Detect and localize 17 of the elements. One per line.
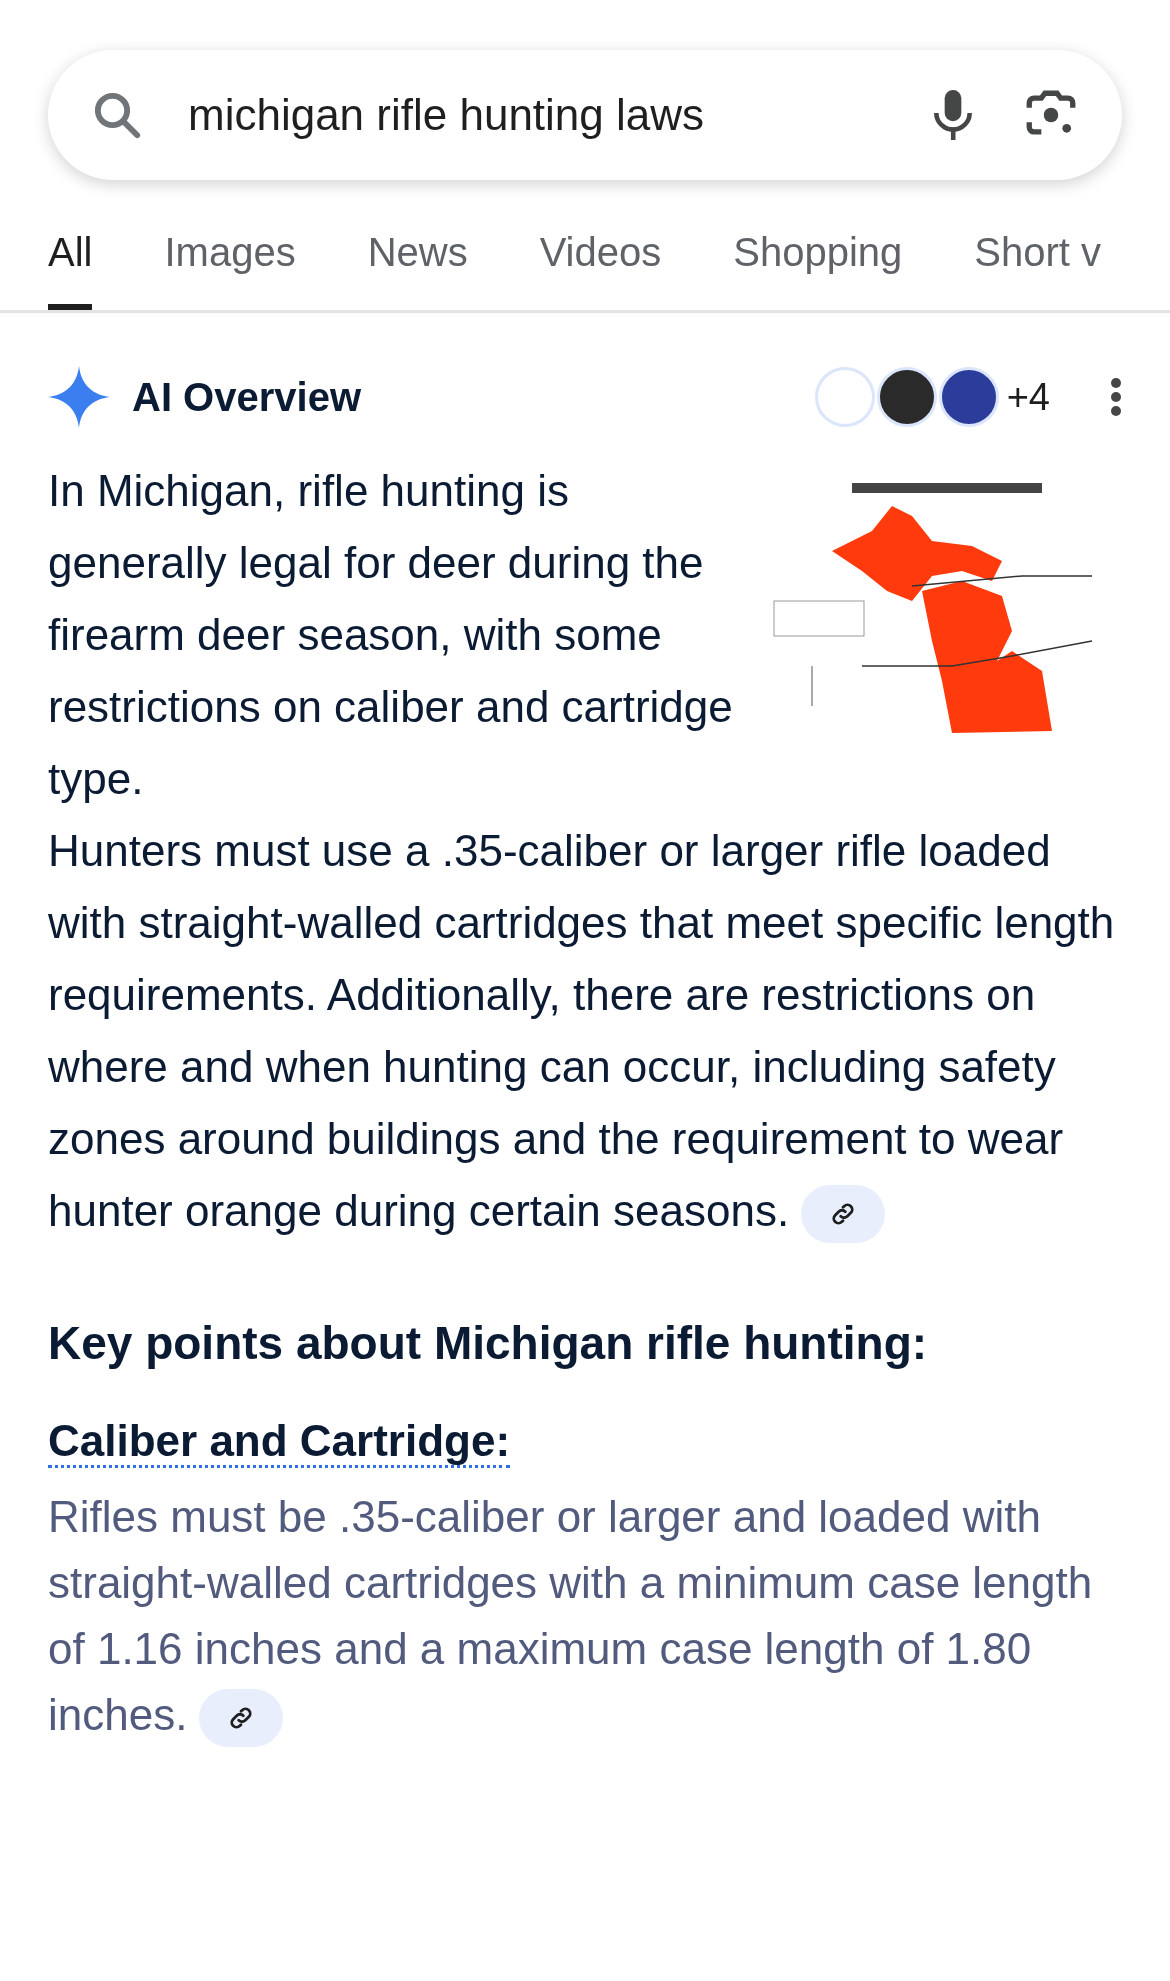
search-tab[interactable]: News bbox=[367, 216, 468, 310]
ai-overview-title: AI Overview bbox=[132, 374, 362, 421]
search-tab[interactable]: Shopping bbox=[733, 216, 903, 310]
more-options-icon[interactable] bbox=[1110, 377, 1122, 417]
search-query: michigan rifle hunting laws bbox=[188, 89, 706, 141]
search-tab[interactable]: Videos bbox=[539, 216, 662, 310]
search-tab[interactable]: Short v bbox=[974, 216, 1101, 310]
key-point-text: Rifles must be .35-caliber or larger and loaded with straight-walled cartridges with a minimum case length of 1.16 inches and a maximum case length of 1.80 inches. bbox=[48, 1484, 1122, 1748]
search-tab[interactable]: All bbox=[48, 216, 93, 310]
sparkle-icon bbox=[48, 366, 110, 428]
overview-summary: In Michigan, rifle hunting is generally legal for deer during the firearm deer season, with some restrictions on caliber and cartridge type. bbox=[48, 465, 734, 805]
overview-summary: Hunters must use a .35-caliber or larger rifle loaded with straight-walled cartridges that meet specific length requirements. Additionally, there are restrictions on where and when hunting can occur, including safety zones around buildings and the requirement to wear hunter orange during certain seasons. bbox=[48, 815, 1122, 1247]
key-point-title[interactable]: Caliber and Cartridge: bbox=[48, 1416, 511, 1468]
key-points-heading: Key points about Michigan rifle hunting: bbox=[48, 1316, 929, 1371]
search-tab[interactable]: Images bbox=[164, 216, 296, 310]
more-sources-count[interactable]: +4 bbox=[1006, 368, 1050, 426]
search-field[interactable]: michigan rifle hunting laws bbox=[48, 50, 1122, 180]
